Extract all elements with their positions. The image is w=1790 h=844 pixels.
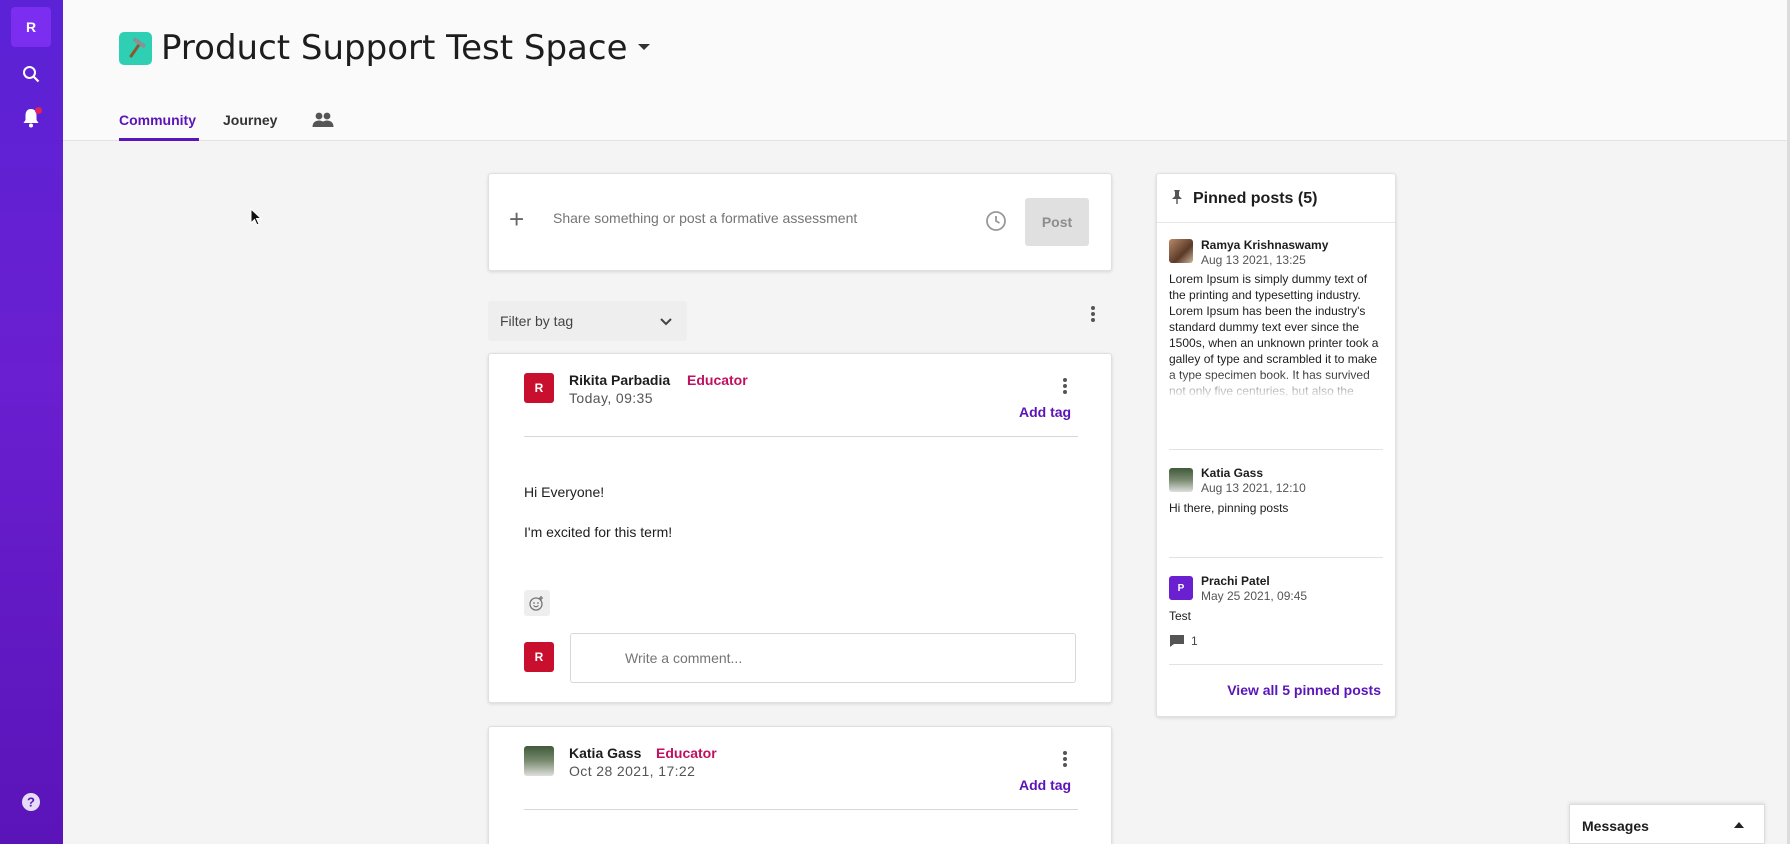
chevron-up-icon[interactable] xyxy=(1734,822,1744,828)
pinned-posts-panel: Pinned posts (5) Ramya Krishnaswamy Aug … xyxy=(1156,173,1396,717)
divider xyxy=(1169,449,1383,450)
pinned-post-text[interactable]: Lorem Ipsum is simply dummy text of the … xyxy=(1169,271,1385,399)
pinned-header: Pinned posts (5) xyxy=(1157,174,1395,223)
feed-options-icon[interactable] xyxy=(1091,306,1095,324)
post-body-line: I'm excited for this term! xyxy=(524,524,673,540)
bell-icon[interactable] xyxy=(20,107,42,129)
filter-label: Filter by tag xyxy=(500,313,574,329)
filter-by-tag-select[interactable]: Filter by tag xyxy=(488,301,687,341)
post-options-icon[interactable] xyxy=(1063,751,1067,769)
pinned-author[interactable]: Ramya Krishnaswamy xyxy=(1201,238,1328,252)
active-tab-indicator xyxy=(119,138,199,141)
pin-icon xyxy=(1170,189,1184,210)
pinned-author-avatar: P xyxy=(1169,576,1193,600)
view-all-pinned-link[interactable]: View all 5 pinned posts xyxy=(1227,682,1381,698)
chevron-down-icon xyxy=(659,314,673,332)
post-button[interactable]: Post xyxy=(1025,198,1089,246)
divider xyxy=(524,436,1078,437)
pinned-author[interactable]: Katia Gass xyxy=(1201,466,1263,480)
pinned-author[interactable]: Prachi Patel xyxy=(1201,574,1270,588)
comment-input[interactable] xyxy=(570,633,1076,683)
left-rail: R ? xyxy=(0,0,63,844)
post-time: Oct 28 2021, 17:22 xyxy=(569,763,696,779)
svg-text:?: ? xyxy=(27,795,35,810)
post-card: Katia Gass Educator Oct 28 2021, 17:22 A… xyxy=(488,726,1112,844)
post-time: Today, 09:35 xyxy=(569,390,653,406)
tab-journey[interactable]: Journey xyxy=(223,112,277,128)
hammer-pick-icon xyxy=(119,32,152,65)
add-reaction-icon[interactable] xyxy=(524,590,550,616)
comment-count[interactable]: 1 xyxy=(1169,634,1198,648)
people-icon[interactable] xyxy=(312,112,334,133)
pinned-author-avatar xyxy=(1169,468,1193,492)
post-input[interactable] xyxy=(553,210,973,226)
add-tag-button[interactable]: Add tag xyxy=(1019,404,1071,420)
mouse-cursor xyxy=(250,207,263,231)
messages-bar[interactable]: Messages xyxy=(1569,804,1765,844)
role-badge: Educator xyxy=(656,745,717,761)
chevron-down-icon[interactable] xyxy=(638,44,650,50)
pinned-author-avatar xyxy=(1169,239,1193,263)
author-avatar[interactable] xyxy=(524,746,554,776)
pinned-date: Aug 13 2021, 13:25 xyxy=(1201,253,1306,267)
commenter-avatar: R xyxy=(524,642,554,672)
pinned-date: May 25 2021, 09:45 xyxy=(1201,589,1308,603)
pinned-date: Aug 13 2021, 12:10 xyxy=(1201,481,1306,495)
role-badge: Educator xyxy=(687,372,748,388)
post-options-icon[interactable] xyxy=(1063,378,1067,396)
add-tag-button[interactable]: Add tag xyxy=(1019,777,1071,793)
divider xyxy=(1169,557,1383,558)
add-attachment-icon[interactable]: + xyxy=(509,204,524,235)
space-header: Product Support Test Space Community Jou… xyxy=(63,0,1790,141)
notification-dot xyxy=(35,107,42,114)
messages-label: Messages xyxy=(1582,818,1649,834)
post-composer: + Post xyxy=(488,173,1112,271)
pinned-post-text[interactable]: Test xyxy=(1169,608,1385,624)
clock-icon[interactable] xyxy=(985,210,1007,232)
pinned-post-text[interactable]: Hi there, pinning posts xyxy=(1169,500,1385,516)
divider xyxy=(524,809,1078,810)
page-title[interactable]: Product Support Test Space xyxy=(161,28,628,68)
author-avatar[interactable]: R xyxy=(524,373,554,403)
tab-community[interactable]: Community xyxy=(119,112,196,128)
help-icon[interactable]: ? xyxy=(20,791,42,813)
post-author[interactable]: Katia Gass xyxy=(569,745,641,761)
comment-count-value: 1 xyxy=(1191,634,1198,648)
post-author[interactable]: Rikita Parbadia xyxy=(569,372,670,388)
pinned-title: Pinned posts (5) xyxy=(1193,190,1318,207)
comment-icon xyxy=(1170,635,1184,647)
search-icon[interactable] xyxy=(20,63,42,85)
divider xyxy=(1169,664,1383,665)
post-body-line: Hi Everyone! xyxy=(524,484,605,500)
user-avatar[interactable]: R xyxy=(11,7,51,47)
post-card: R Rikita Parbadia Educator Today, 09:35 … xyxy=(488,353,1112,703)
